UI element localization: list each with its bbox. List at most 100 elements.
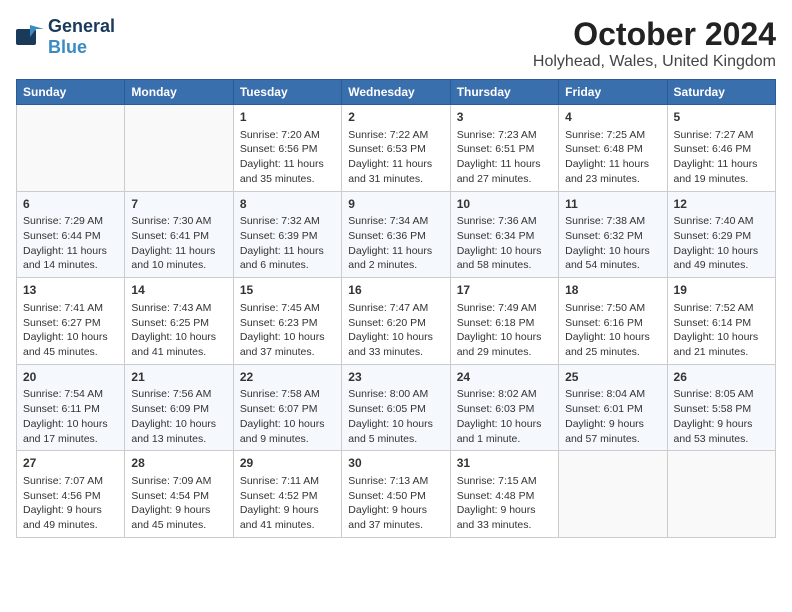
day-number: 8 xyxy=(240,196,335,213)
day-info: Daylight: 9 hours and 37 minutes. xyxy=(348,503,443,532)
weekday-header: Friday xyxy=(559,80,667,105)
day-number: 23 xyxy=(348,369,443,386)
day-number: 24 xyxy=(457,369,552,386)
calendar-cell: 29Sunrise: 7:11 AMSunset: 4:52 PMDayligh… xyxy=(233,451,341,538)
day-number: 12 xyxy=(674,196,769,213)
day-info: Daylight: 10 hours and 17 minutes. xyxy=(23,417,118,446)
day-info: Sunrise: 7:54 AM xyxy=(23,387,118,402)
day-number: 1 xyxy=(240,109,335,126)
day-info: Sunrise: 7:30 AM xyxy=(131,214,226,229)
calendar-week-row: 1Sunrise: 7:20 AMSunset: 6:56 PMDaylight… xyxy=(17,105,776,192)
day-info: Sunset: 6:23 PM xyxy=(240,316,335,331)
calendar-cell: 28Sunrise: 7:09 AMSunset: 4:54 PMDayligh… xyxy=(125,451,233,538)
calendar-cell xyxy=(17,105,125,192)
day-number: 28 xyxy=(131,455,226,472)
logo-icon xyxy=(16,19,46,55)
calendar-cell: 6Sunrise: 7:29 AMSunset: 6:44 PMDaylight… xyxy=(17,191,125,278)
calendar-cell xyxy=(667,451,775,538)
day-number: 16 xyxy=(348,282,443,299)
calendar-cell: 17Sunrise: 7:49 AMSunset: 6:18 PMDayligh… xyxy=(450,278,558,365)
day-info: Sunset: 6:36 PM xyxy=(348,229,443,244)
day-info: Daylight: 10 hours and 54 minutes. xyxy=(565,244,660,273)
day-info: Sunset: 4:54 PM xyxy=(131,489,226,504)
day-number: 22 xyxy=(240,369,335,386)
calendar-cell: 26Sunrise: 8:05 AMSunset: 5:58 PMDayligh… xyxy=(667,364,775,451)
day-info: Sunrise: 7:50 AM xyxy=(565,301,660,316)
day-info: Daylight: 10 hours and 37 minutes. xyxy=(240,330,335,359)
logo-blue: Blue xyxy=(48,37,115,58)
day-info: Daylight: 9 hours and 57 minutes. xyxy=(565,417,660,446)
calendar-week-row: 27Sunrise: 7:07 AMSunset: 4:56 PMDayligh… xyxy=(17,451,776,538)
day-info: Sunrise: 7:58 AM xyxy=(240,387,335,402)
day-info: Daylight: 10 hours and 29 minutes. xyxy=(457,330,552,359)
day-info: Sunset: 6:01 PM xyxy=(565,402,660,417)
day-info: Sunset: 6:05 PM xyxy=(348,402,443,417)
day-number: 6 xyxy=(23,196,118,213)
day-number: 25 xyxy=(565,369,660,386)
title-area: October 2024 Holyhead, Wales, United Kin… xyxy=(533,16,776,71)
weekday-header: Monday xyxy=(125,80,233,105)
calendar-cell: 18Sunrise: 7:50 AMSunset: 6:16 PMDayligh… xyxy=(559,278,667,365)
calendar-cell: 13Sunrise: 7:41 AMSunset: 6:27 PMDayligh… xyxy=(17,278,125,365)
day-info: Daylight: 10 hours and 58 minutes. xyxy=(457,244,552,273)
day-info: Sunrise: 7:52 AM xyxy=(674,301,769,316)
calendar-cell: 20Sunrise: 7:54 AMSunset: 6:11 PMDayligh… xyxy=(17,364,125,451)
weekday-header: Thursday xyxy=(450,80,558,105)
day-info: Daylight: 11 hours and 27 minutes. xyxy=(457,157,552,186)
day-info: Sunrise: 7:56 AM xyxy=(131,387,226,402)
calendar-body: 1Sunrise: 7:20 AMSunset: 6:56 PMDaylight… xyxy=(17,105,776,538)
day-info: Daylight: 9 hours and 53 minutes. xyxy=(674,417,769,446)
calendar-cell: 10Sunrise: 7:36 AMSunset: 6:34 PMDayligh… xyxy=(450,191,558,278)
day-info: Sunrise: 7:11 AM xyxy=(240,474,335,489)
day-info: Sunset: 5:58 PM xyxy=(674,402,769,417)
day-info: Sunset: 6:41 PM xyxy=(131,229,226,244)
day-info: Sunset: 6:32 PM xyxy=(565,229,660,244)
day-info: Sunset: 6:44 PM xyxy=(23,229,118,244)
day-number: 7 xyxy=(131,196,226,213)
day-number: 14 xyxy=(131,282,226,299)
calendar-cell: 24Sunrise: 8:02 AMSunset: 6:03 PMDayligh… xyxy=(450,364,558,451)
calendar-cell: 1Sunrise: 7:20 AMSunset: 6:56 PMDaylight… xyxy=(233,105,341,192)
day-info: Sunrise: 7:09 AM xyxy=(131,474,226,489)
weekday-header: Tuesday xyxy=(233,80,341,105)
calendar-cell: 9Sunrise: 7:34 AMSunset: 6:36 PMDaylight… xyxy=(342,191,450,278)
day-info: Sunset: 6:03 PM xyxy=(457,402,552,417)
day-info: Sunset: 4:56 PM xyxy=(23,489,118,504)
day-info: Sunrise: 7:45 AM xyxy=(240,301,335,316)
calendar-cell: 21Sunrise: 7:56 AMSunset: 6:09 PMDayligh… xyxy=(125,364,233,451)
day-number: 10 xyxy=(457,196,552,213)
day-info: Sunset: 6:07 PM xyxy=(240,402,335,417)
day-info: Sunset: 6:39 PM xyxy=(240,229,335,244)
day-number: 9 xyxy=(348,196,443,213)
day-info: Sunrise: 7:43 AM xyxy=(131,301,226,316)
day-info: Sunrise: 7:29 AM xyxy=(23,214,118,229)
month-title: October 2024 xyxy=(533,16,776,53)
day-info: Daylight: 11 hours and 23 minutes. xyxy=(565,157,660,186)
day-number: 2 xyxy=(348,109,443,126)
day-info: Sunset: 6:09 PM xyxy=(131,402,226,417)
day-info: Sunrise: 7:32 AM xyxy=(240,214,335,229)
day-info: Sunset: 6:51 PM xyxy=(457,142,552,157)
day-number: 29 xyxy=(240,455,335,472)
day-info: Sunset: 4:50 PM xyxy=(348,489,443,504)
day-info: Daylight: 11 hours and 6 minutes. xyxy=(240,244,335,273)
day-info: Sunrise: 8:04 AM xyxy=(565,387,660,402)
day-info: Sunset: 6:18 PM xyxy=(457,316,552,331)
day-info: Sunrise: 8:05 AM xyxy=(674,387,769,402)
day-number: 5 xyxy=(674,109,769,126)
calendar-header: SundayMondayTuesdayWednesdayThursdayFrid… xyxy=(17,80,776,105)
calendar-cell: 8Sunrise: 7:32 AMSunset: 6:39 PMDaylight… xyxy=(233,191,341,278)
day-info: Daylight: 10 hours and 21 minutes. xyxy=(674,330,769,359)
day-number: 31 xyxy=(457,455,552,472)
calendar-cell: 3Sunrise: 7:23 AMSunset: 6:51 PMDaylight… xyxy=(450,105,558,192)
day-info: Sunrise: 7:36 AM xyxy=(457,214,552,229)
day-info: Daylight: 10 hours and 13 minutes. xyxy=(131,417,226,446)
day-number: 30 xyxy=(348,455,443,472)
weekday-header: Wednesday xyxy=(342,80,450,105)
calendar-cell: 22Sunrise: 7:58 AMSunset: 6:07 PMDayligh… xyxy=(233,364,341,451)
day-info: Sunrise: 8:02 AM xyxy=(457,387,552,402)
location-title: Holyhead, Wales, United Kingdom xyxy=(533,53,776,71)
day-number: 3 xyxy=(457,109,552,126)
calendar-week-row: 6Sunrise: 7:29 AMSunset: 6:44 PM Daylight… xyxy=(17,191,776,278)
day-info: Daylight: 10 hours and 33 minutes. xyxy=(348,330,443,359)
